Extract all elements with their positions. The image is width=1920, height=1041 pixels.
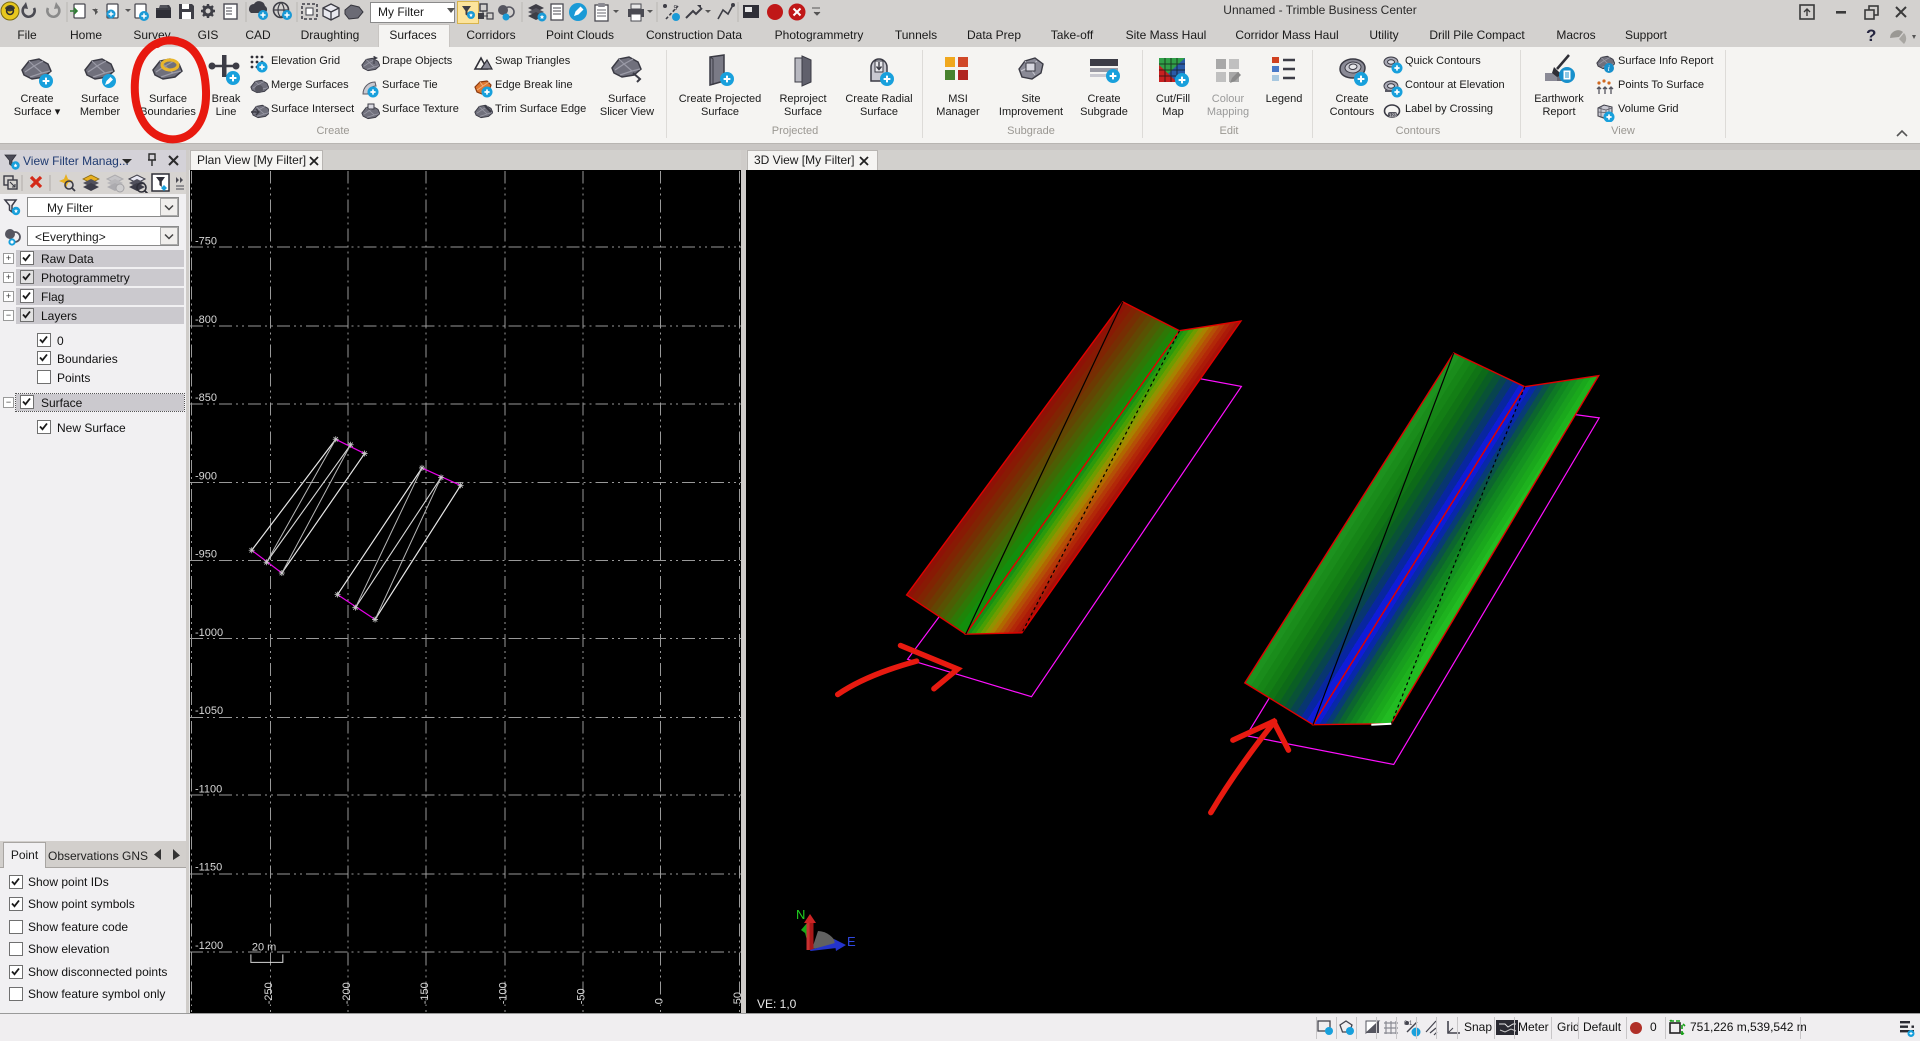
svg-text:123: 123 bbox=[1389, 112, 1397, 117]
svg-text:-1150: -1150 bbox=[195, 862, 222, 874]
svg-text:VE: 1,0: VE: 1,0 bbox=[757, 997, 797, 1011]
svg-text:50: 50 bbox=[732, 992, 741, 1004]
svg-text:-800: -800 bbox=[195, 314, 217, 326]
svg-text:-100: -100 bbox=[497, 982, 509, 1004]
svg-text:-850: -850 bbox=[195, 392, 217, 404]
svg-text:-1000: -1000 bbox=[195, 627, 223, 639]
svg-text:-950: -950 bbox=[195, 549, 217, 561]
svg-text:-900: -900 bbox=[195, 470, 217, 482]
svg-text:-50: -50 bbox=[576, 988, 588, 1004]
svg-text:N: N bbox=[796, 907, 805, 922]
svg-text:20 m: 20 m bbox=[252, 941, 276, 953]
svg-text:-1100: -1100 bbox=[195, 783, 222, 795]
svg-text:-1200: -1200 bbox=[195, 940, 223, 952]
svg-text:i: i bbox=[1608, 64, 1610, 73]
svg-text:-750: -750 bbox=[195, 236, 217, 248]
svg-text:E: E bbox=[847, 934, 856, 949]
svg-text:-1050: -1050 bbox=[195, 705, 223, 717]
svg-text:-150: -150 bbox=[419, 982, 431, 1004]
svg-text:0.1: 0.1 bbox=[1404, 1021, 1413, 1027]
svg-text:0: 0 bbox=[654, 998, 666, 1004]
svg-text:9: 9 bbox=[674, 5, 678, 12]
svg-text:-250: -250 bbox=[263, 982, 275, 1004]
svg-text:-200: -200 bbox=[341, 982, 353, 1004]
